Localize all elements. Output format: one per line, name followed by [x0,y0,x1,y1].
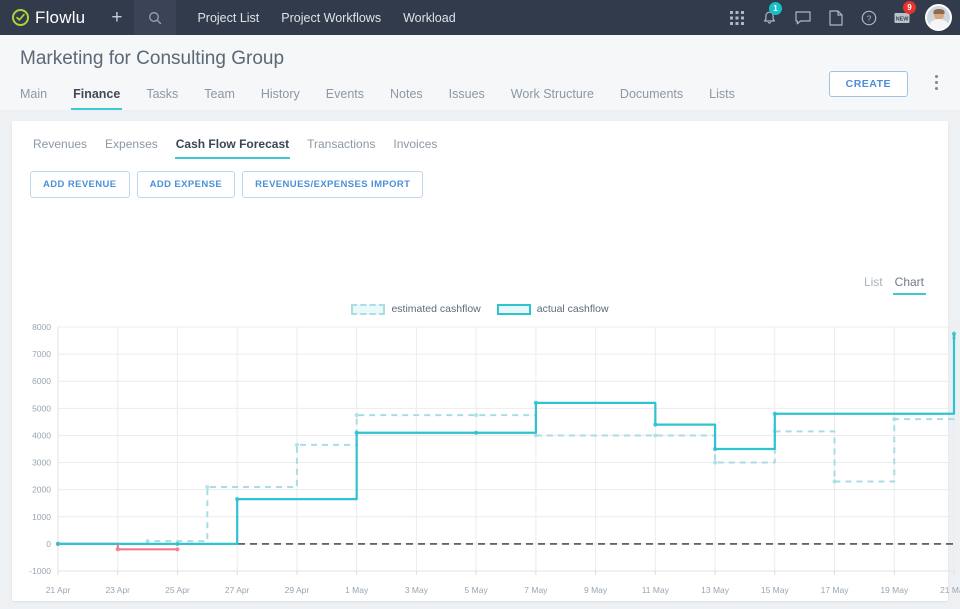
nav-link-project-list[interactable]: Project List [186,11,270,25]
svg-text:19 May: 19 May [880,585,909,595]
tab-work-structure[interactable]: Work Structure [498,84,607,110]
new-badge: 9 [903,1,916,14]
legend-swatch-actual-icon [496,303,531,315]
svg-text:7000: 7000 [32,349,51,359]
top-nav-links: Project List Project Workflows Workload [186,11,466,25]
subtab-cash-flow-forecast[interactable]: Cash Flow Forecast [167,135,298,159]
svg-text:9 May: 9 May [584,585,608,595]
add-revenue-button[interactable]: ADD REVENUE [30,171,130,198]
revenues-expenses-import-button[interactable]: REVENUES/EXPENSES IMPORT [242,171,424,198]
view-toggle-chart[interactable]: Chart [892,275,927,295]
svg-text:?: ? [866,13,871,23]
svg-text:NEW: NEW [895,16,908,22]
finance-subtabs: Revenues Expenses Cash Flow Forecast Tra… [12,121,948,159]
legend-label-actual: actual cashflow [536,303,609,315]
top-navigation-bar: Flowlu + Project List Project Workflows … [0,0,960,35]
svg-text:23 Apr: 23 Apr [105,585,130,595]
svg-text:5 May: 5 May [465,585,489,595]
tab-tasks[interactable]: Tasks [133,84,191,110]
svg-text:17 May: 17 May [821,585,850,595]
new-icon[interactable]: NEW 9 [885,0,918,35]
subtab-revenues[interactable]: Revenues [24,135,96,159]
add-button[interactable]: + [99,8,134,27]
tab-notes[interactable]: Notes [377,84,436,110]
search-icon[interactable] [134,0,177,35]
chat-icon[interactable] [786,0,819,35]
svg-text:29 Apr: 29 Apr [285,585,310,595]
more-options-icon[interactable] [935,75,938,90]
legend-label-estimated: estimated cashflow [391,303,481,315]
svg-text:3 May: 3 May [405,585,429,595]
svg-text:5000: 5000 [32,403,51,413]
add-expense-button[interactable]: ADD EXPENSE [136,171,236,198]
tab-issues[interactable]: Issues [436,84,498,110]
svg-text:21 May: 21 May [940,585,960,595]
tab-finance[interactable]: Finance [60,84,133,110]
chart-legend: estimated cashflow actual cashflow [12,299,948,315]
document-icon[interactable] [819,0,852,35]
svg-text:1 May: 1 May [345,585,369,595]
tab-team[interactable]: Team [191,84,248,110]
svg-text:1000: 1000 [32,512,51,522]
view-toggle-list[interactable]: List [864,275,883,295]
svg-text:11 May: 11 May [642,585,670,595]
subtab-expenses[interactable]: Expenses [96,135,167,159]
page-title: Marketing for Consulting Group [20,48,285,69]
svg-text:13 May: 13 May [701,585,730,595]
finance-action-buttons: ADD REVENUE ADD EXPENSE REVENUES/EXPENSE… [12,159,948,198]
svg-text:3000: 3000 [32,458,51,468]
subtab-transactions[interactable]: Transactions [298,135,384,159]
project-tabs: Main Finance Tasks Team History Events N… [20,84,940,110]
tab-lists[interactable]: Lists [696,84,748,110]
nav-link-project-workflows[interactable]: Project Workflows [270,11,392,25]
tab-main[interactable]: Main [20,84,60,110]
view-toggle: List Chart [864,275,927,295]
svg-text:7 May: 7 May [524,585,548,595]
bell-badge: 1 [769,2,782,15]
create-button[interactable]: CREATE [828,71,908,97]
legend-item-actual[interactable]: actual cashflow [496,303,609,315]
finance-card: Revenues Expenses Cash Flow Forecast Tra… [12,121,960,601]
svg-text:4000: 4000 [32,430,51,440]
nav-link-workload[interactable]: Workload [392,11,467,25]
tab-events[interactable]: Events [313,84,377,110]
avatar[interactable] [925,4,952,31]
bell-icon[interactable]: 1 [753,0,786,35]
subtab-invoices[interactable]: Invoices [384,135,446,159]
top-bar-actions: 1 ? NEW 9 [720,0,960,35]
legend-item-estimated[interactable]: estimated cashflow [351,303,481,315]
tab-history[interactable]: History [248,84,313,110]
svg-text:25 Apr: 25 Apr [165,585,190,595]
avatar-hair [933,9,944,14]
svg-text:21 Apr: 21 Apr [46,585,71,595]
svg-text:6000: 6000 [32,376,51,386]
svg-text:15 May: 15 May [761,585,790,595]
brand-logo-area[interactable]: Flowlu [0,8,99,28]
flowlu-check-icon [12,9,29,26]
svg-text:27 Apr: 27 Apr [225,585,250,595]
cash-flow-chart: estimated cashflow actual cashflow 8000 7… [12,299,960,601]
chart-svg: 8000 7000 6000 5000 4000 3000 2000 1000 0 -1000 21… [29,322,960,595]
brand-name: Flowlu [35,7,86,27]
page-header: Marketing for Consulting Group Main Fina… [0,35,960,110]
apps-grid-icon[interactable] [720,0,753,35]
svg-text:0: 0 [46,539,51,549]
svg-text:2000: 2000 [32,485,51,495]
svg-text:-1000: -1000 [29,566,51,576]
tab-documents[interactable]: Documents [607,84,696,110]
avatar-body [928,19,949,29]
help-icon[interactable]: ? [852,0,885,35]
chart-plot-area: 8000 7000 6000 5000 4000 3000 2000 1000 0 -1000 21… [12,319,960,609]
legend-swatch-estimated-icon [351,303,386,315]
svg-text:8000: 8000 [32,322,51,332]
